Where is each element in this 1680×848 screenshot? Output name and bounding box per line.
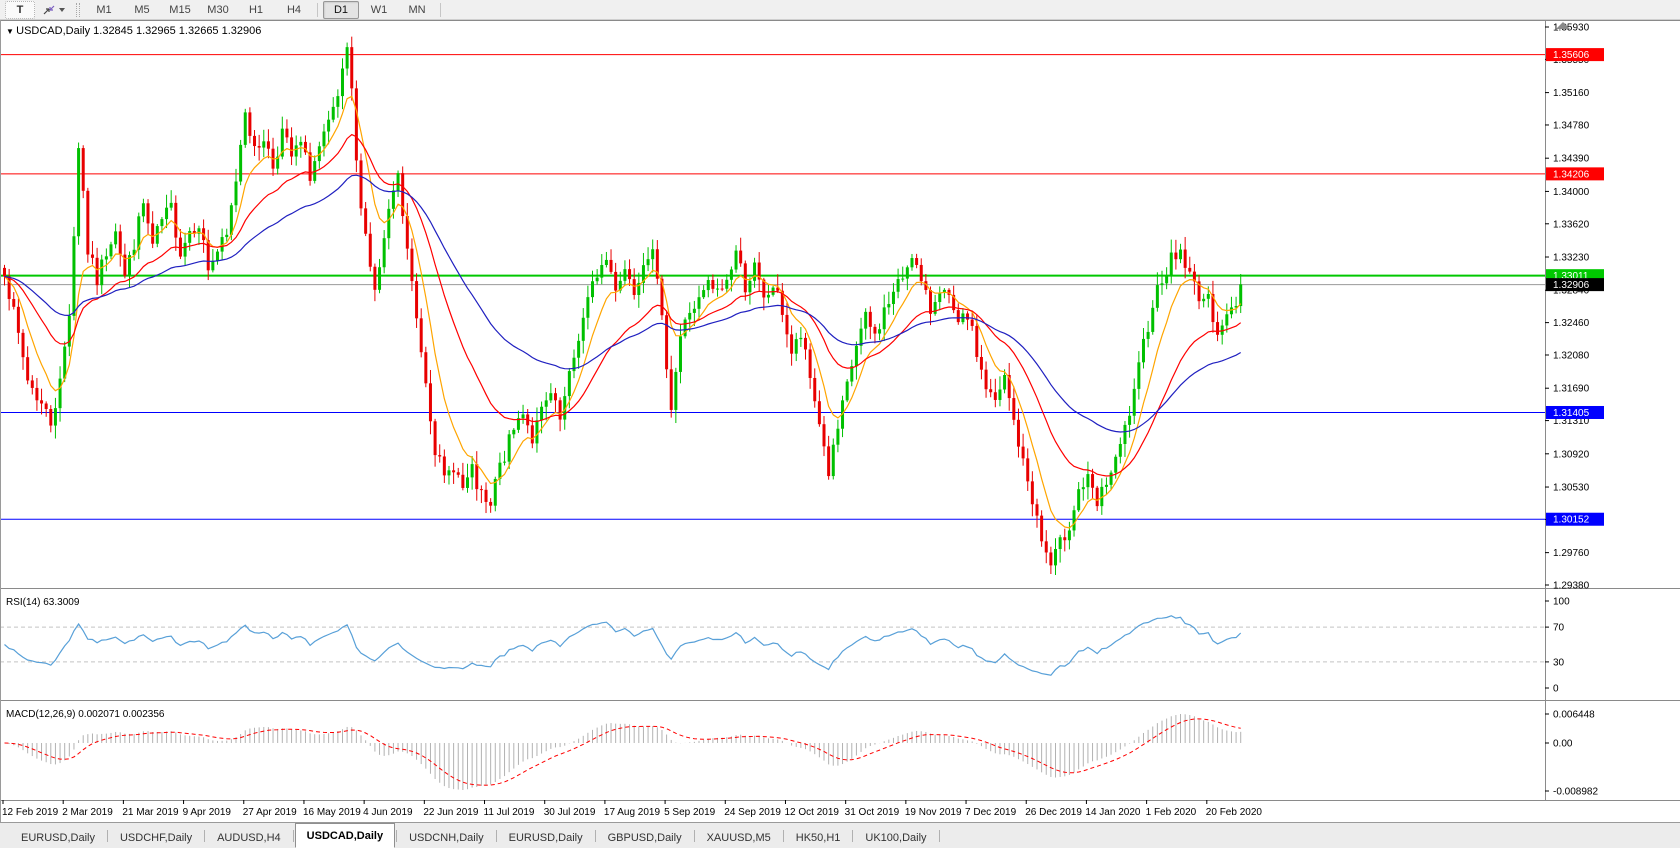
chart-tab-hk50-h1[interactable]: HK50,H1: [785, 828, 852, 848]
tab-separator: [204, 829, 206, 842]
tab-separator: [106, 829, 108, 842]
date-axis-label: 31 Oct 2019: [845, 807, 900, 818]
tab-separator: [292, 829, 294, 842]
chart-tab-eurusd-daily[interactable]: EURUSD,Daily: [10, 828, 106, 848]
macd-axis-label: 0.00: [1553, 739, 1573, 750]
toolbar-separator: [317, 2, 318, 17]
text-tool-icon: T: [16, 3, 24, 16]
rsi-label: RSI(14) 63.3009: [6, 597, 80, 608]
svg-text:1.31405: 1.31405: [1553, 408, 1590, 419]
price-axis-label: 1.31690: [1553, 384, 1590, 395]
timeframe-button-mn[interactable]: MN: [399, 1, 435, 19]
macd-axis-label: -0.008982: [1553, 787, 1598, 798]
arrows-tool-button[interactable]: [37, 1, 70, 19]
date-axis-label: 14 Jan 2020: [1085, 807, 1140, 818]
date-axis-label: 30 Jul 2019: [544, 807, 596, 818]
text-tool-button[interactable]: T: [5, 0, 35, 19]
date-axis-label: 17 Aug 2019: [604, 807, 661, 818]
chart-title: ▼ USDCAD,Daily 1.32845 1.32965 1.32665 1…: [6, 25, 261, 37]
toolbar-grip[interactable]: [76, 2, 80, 17]
chart-tab-audusd-h4[interactable]: AUDUSD,H4: [206, 828, 292, 848]
chart-canvas[interactable]: 1.359301.355501.351601.347801.343901.340…: [0, 20, 1680, 822]
tab-separator: [594, 829, 596, 842]
rsi-axis-label: 100: [1553, 597, 1570, 608]
price-axis-label: 1.35160: [1553, 88, 1590, 99]
top-toolbar: T M1 M5 M15 M30 H1 H4 D1 W1 MN: [0, 0, 1680, 20]
price-axis-label: 1.29380: [1553, 581, 1590, 592]
date-axis-label: 20 Feb 2020: [1206, 807, 1263, 818]
date-axis-label: 21 Mar 2019: [122, 807, 179, 818]
tab-separator: [693, 829, 695, 842]
macd-label: MACD(12,26,9) 0.002071 0.002356: [6, 709, 165, 720]
date-axis-label: 5 Sep 2019: [664, 807, 716, 818]
price-axis-label: 1.30920: [1553, 449, 1590, 460]
price-axis-label: 1.34780: [1553, 120, 1590, 131]
dropdown-caret-icon: [59, 7, 65, 12]
price-axis-label: 1.32080: [1553, 350, 1590, 361]
chart-tab-usdcnh-daily[interactable]: USDCNH,Daily: [398, 828, 495, 848]
tab-separator: [495, 829, 497, 842]
chart-tab-bar: EURUSD,Daily USDCHF,Daily AUDUSD,H4 USDCAD,…: [0, 822, 1680, 848]
date-axis-label: 2 Mar 2019: [62, 807, 113, 818]
timeframe-button-m30[interactable]: M30: [200, 1, 236, 19]
date-axis-label: 24 Sep 2019: [724, 807, 781, 818]
date-axis-label: 26 Dec 2019: [1025, 807, 1082, 818]
date-axis-label: 11 Jul 2019: [484, 807, 535, 818]
svg-text:1.35606: 1.35606: [1553, 50, 1590, 61]
chart-tab-gbpusd-daily[interactable]: GBPUSD,Daily: [597, 828, 693, 848]
toolbar-separator: [440, 2, 441, 17]
svg-text:1.34206: 1.34206: [1553, 169, 1590, 180]
timeframe-button-m15[interactable]: M15: [162, 1, 198, 19]
chart-background: [0, 20, 1680, 822]
timeframe-button-m5[interactable]: M5: [124, 1, 160, 19]
timeframe-button-h4[interactable]: H4: [276, 1, 312, 19]
tab-separator: [782, 829, 784, 842]
timeframe-button-w1[interactable]: W1: [361, 1, 397, 19]
price-axis-label: 1.32460: [1553, 318, 1590, 329]
timeframe-button-m1[interactable]: M1: [86, 1, 122, 19]
date-axis-label: 4 Jun 2019: [363, 807, 413, 818]
date-axis-label: 27 Apr 2019: [243, 807, 297, 818]
price-axis-label: 1.33620: [1553, 219, 1590, 230]
price-level-badge: 1.30152: [1546, 512, 1604, 526]
tab-separator: [852, 829, 854, 842]
chart-tab-xauusd-m5[interactable]: XAUUSD,M5: [696, 828, 782, 848]
chart-tab-eurusd-daily[interactable]: EURUSD,Daily: [498, 828, 594, 848]
rsi-axis-label: 0: [1553, 684, 1559, 695]
price-level-badge: 1.35606: [1546, 48, 1604, 61]
price-axis-label: 1.33230: [1553, 253, 1590, 264]
date-axis-label: 12 Oct 2019: [784, 807, 839, 818]
date-axis-label: 1 Feb 2020: [1146, 807, 1197, 818]
rsi-axis-label: 70: [1553, 623, 1565, 634]
chart-tab-uk100-daily[interactable]: UK100,Daily: [854, 828, 937, 848]
tab-separator: [938, 829, 940, 842]
macd-axis-label: 0.006448: [1553, 710, 1595, 721]
rsi-axis-label: 30: [1553, 657, 1565, 668]
timeframe-button-group: M1 M5 M15 M30 H1 H4 D1 W1 MN: [85, 0, 445, 19]
date-axis-label: 22 Jun 2019: [423, 807, 478, 818]
price-level-badge: 1.32906: [1546, 278, 1604, 292]
svg-text:1.30152: 1.30152: [1553, 515, 1590, 526]
date-axis-label: 16 May 2019: [303, 807, 361, 818]
price-level-badge: 1.34206: [1546, 167, 1604, 181]
date-axis-label: 12 Feb 2019: [2, 807, 59, 818]
date-axis-label: 7 Dec 2019: [965, 807, 1017, 818]
chart-tab-usdchf-daily[interactable]: USDCHF,Daily: [109, 828, 203, 848]
date-axis-label: 9 Apr 2019: [183, 807, 232, 818]
mt4-window: T M1M5M15M30H1H4D1W1MN 1.359301.355501.3…: [0, 0, 1680, 848]
tab-separator: [396, 829, 398, 842]
date-axis-label: 19 Nov 2019: [905, 807, 962, 818]
svg-text:1.32906: 1.32906: [1553, 280, 1590, 291]
timeframe-button-d1[interactable]: D1: [323, 0, 359, 19]
price-axis-label: 1.34000: [1553, 187, 1590, 198]
arrows-tool-icon: [43, 5, 55, 14]
price-axis-label: 1.34390: [1553, 154, 1590, 165]
price-axis-label: 1.30530: [1553, 483, 1590, 494]
price-axis-label: 1.29760: [1553, 548, 1590, 559]
price-level-badge: 1.31405: [1546, 405, 1604, 419]
timeframe-button-h1[interactable]: H1: [238, 1, 274, 19]
chart-tab-usdcad-daily[interactable]: USDCAD,Daily: [294, 823, 396, 848]
symbol-dropdown-icon[interactable]: ▼: [6, 27, 16, 36]
